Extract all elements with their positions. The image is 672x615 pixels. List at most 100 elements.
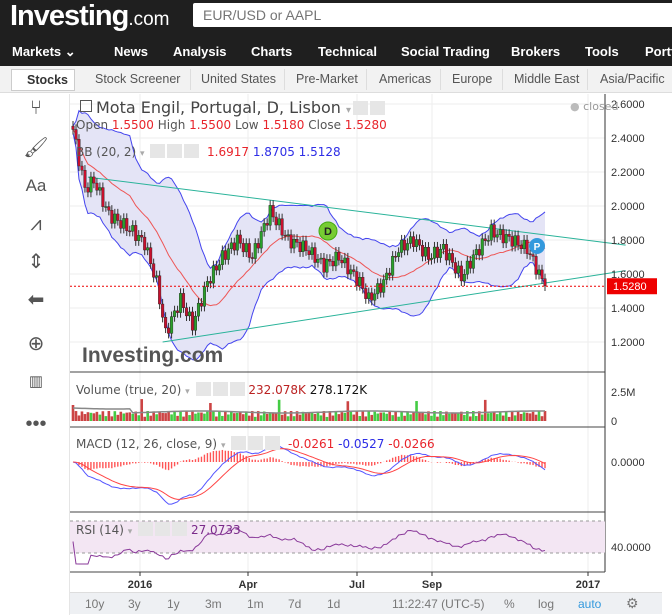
candle [537, 269, 541, 275]
close-icon[interactable] [184, 144, 200, 158]
candle [152, 263, 156, 278]
close-icon[interactable] [265, 436, 281, 450]
nav-charts[interactable]: Charts [251, 44, 292, 59]
candle [268, 205, 272, 226]
subnav-americas[interactable]: Americas [379, 72, 431, 86]
gear-icon[interactable] [167, 144, 183, 158]
volume-bar [286, 416, 290, 421]
subnav-asia-pacific[interactable]: Asia/Pacific [600, 72, 665, 86]
eye-icon[interactable] [150, 144, 166, 158]
candle [179, 293, 183, 313]
brush-icon[interactable]: 🖌 [22, 134, 50, 162]
candle [412, 236, 416, 247]
close-icon[interactable] [229, 382, 245, 396]
range-1y[interactable]: 1y [167, 597, 180, 611]
gear-icon[interactable] [370, 101, 386, 115]
volume-tick: 0 [611, 416, 617, 428]
clock-time[interactable]: 11:22:47 (UTC-5) [392, 597, 484, 611]
eye-icon[interactable] [231, 436, 247, 450]
candle [403, 239, 407, 251]
text-tool-icon[interactable]: Aa [22, 172, 50, 200]
volume-bar [382, 412, 385, 421]
volume-bar [501, 415, 505, 421]
zoom-in-icon[interactable]: ⊕ [22, 330, 50, 358]
gear-icon[interactable] [248, 436, 264, 450]
search-input[interactable] [193, 3, 672, 27]
volume-bar [298, 414, 302, 421]
candle [337, 251, 341, 261]
volume-bar [388, 411, 391, 421]
crosshair-tool-icon[interactable]: ⑂ [22, 94, 50, 122]
measure-tool-icon[interactable]: ⇕ [22, 248, 50, 276]
volume-bar [495, 414, 499, 421]
nav-tools[interactable]: Tools [585, 44, 619, 59]
candle [462, 274, 466, 282]
volume-bar [155, 414, 158, 421]
candle [149, 247, 153, 264]
eye-icon[interactable] [353, 101, 369, 115]
candle [101, 187, 105, 207]
gear-icon[interactable] [155, 522, 171, 536]
candle [343, 257, 347, 264]
arrow-left-icon[interactable]: ⬅ [22, 286, 50, 314]
candle [334, 251, 338, 267]
range-1d[interactable]: 1d [327, 597, 340, 611]
range-3y[interactable]: 3y [128, 597, 141, 611]
candle [540, 269, 544, 279]
volume-bar [116, 414, 120, 421]
subnav-stock-screener[interactable]: Stock Screener [95, 72, 180, 86]
auto-toggle[interactable]: auto [578, 597, 601, 611]
candle [367, 292, 371, 299]
candle [474, 249, 478, 256]
pattern-tool-icon[interactable]: ⩘ [22, 210, 50, 238]
close-icon[interactable] [172, 522, 188, 536]
ohlc-legend: Open 1.5500 High 1.5500 Low 1.5180 Close… [76, 118, 387, 132]
volume-bar [498, 411, 502, 421]
nav-news[interactable]: News [114, 44, 148, 59]
range-10y[interactable]: 10y [85, 597, 104, 611]
nav-technical[interactable]: Technical [318, 44, 377, 59]
candle [89, 176, 93, 193]
subnav-united-states[interactable]: United States [201, 72, 276, 86]
chart-canvas[interactable]: DP1.52802.60002.40002.20002.00001.80001.… [70, 94, 672, 592]
percent-toggle[interactable]: % [504, 597, 515, 611]
candle [322, 257, 326, 273]
candle [331, 261, 335, 267]
more-icon[interactable]: ••• [22, 410, 50, 438]
range-1m[interactable]: 1m [247, 597, 264, 611]
volume-bar [233, 413, 236, 421]
nav-brokers[interactable]: Brokers [511, 44, 560, 59]
volume-bar [212, 411, 215, 421]
gear-icon[interactable] [212, 382, 228, 396]
candle [328, 259, 332, 262]
volume-bar [483, 399, 487, 421]
candle [495, 234, 499, 238]
nav-social-trading[interactable]: Social Trading [401, 44, 490, 59]
subnav-pre-market[interactable]: Pre-Market [296, 72, 358, 86]
candle [432, 246, 436, 259]
candle [289, 234, 293, 249]
subnav-europe[interactable]: Europe [452, 72, 492, 86]
chart-area[interactable]: D P 1.5280 2.6000 2.4000 2.2000 2.0000 1.8000 1.… [70, 94, 672, 592]
eye-icon[interactable] [195, 382, 211, 396]
volume-bar [224, 411, 227, 421]
range-3m[interactable]: 3m [205, 597, 222, 611]
nav-markets[interactable]: Markets ⌄ [12, 44, 76, 60]
collapse-icon[interactable] [80, 100, 92, 112]
indicators-icon[interactable]: ▥ [22, 368, 50, 396]
log-toggle[interactable]: log [538, 597, 554, 611]
candle [292, 239, 296, 249]
eye-icon[interactable] [138, 522, 154, 536]
candle [86, 187, 90, 193]
volume-bar [424, 414, 427, 421]
candle [140, 235, 144, 238]
subnav-middle-east[interactable]: Middle East [514, 72, 579, 86]
logo[interactable]: Investing.com [10, 0, 170, 33]
nav-analysis[interactable]: Analysis [173, 44, 226, 59]
volume-bar [454, 412, 457, 421]
settings-gear-icon[interactable]: ⚙ [626, 595, 639, 612]
range-7d[interactable]: 7d [288, 597, 301, 611]
subnav-stocks[interactable]: Stocks [11, 69, 75, 91]
nav-portfolio[interactable]: Portf [645, 44, 672, 59]
volume-bar [83, 414, 87, 421]
